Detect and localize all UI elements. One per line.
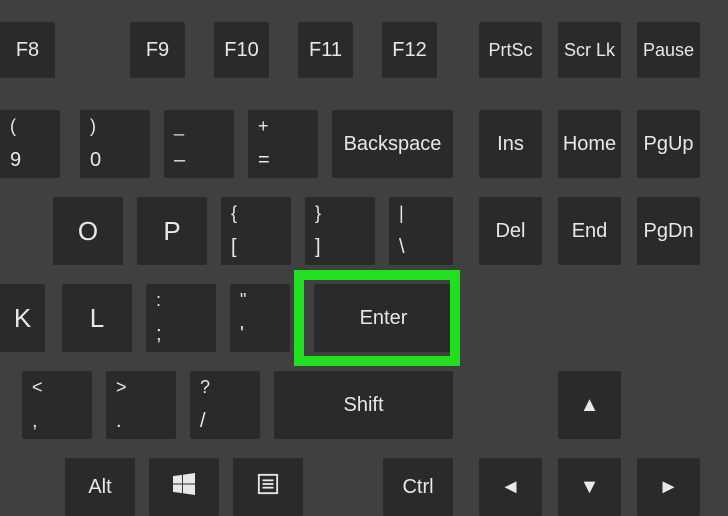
- key-shift-label: :: [156, 290, 161, 311]
- key-end[interactable]: End: [558, 197, 621, 265]
- key-label: Scr Lk: [564, 40, 615, 61]
- key-label: End: [572, 220, 608, 243]
- arrow-down-icon: ▼: [580, 476, 600, 499]
- key-enter[interactable]: Enter: [314, 284, 453, 352]
- key-arrow-down[interactable]: ▼: [558, 458, 621, 516]
- arrow-up-icon: ▲: [580, 394, 600, 417]
- key-k[interactable]: K: [0, 284, 45, 352]
- key-label: –: [174, 149, 185, 172]
- key-label: F12: [392, 39, 426, 62]
- key-label: Ins: [497, 133, 524, 156]
- key-label: Alt: [88, 476, 111, 499]
- key-backspace[interactable]: Backspace: [332, 110, 453, 178]
- key-label: F11: [309, 39, 342, 62]
- key-f10[interactable]: F10: [214, 22, 269, 78]
- key-prtsc[interactable]: PrtSc: [479, 22, 542, 78]
- key-label: PgUp: [643, 133, 693, 156]
- key-home[interactable]: Home: [558, 110, 621, 178]
- key-semicolon[interactable]: : ;: [146, 284, 216, 352]
- key-label: Shift: [343, 394, 383, 417]
- key-label: K: [14, 303, 31, 334]
- key-label: F10: [224, 39, 258, 62]
- key-scrlk[interactable]: Scr Lk: [558, 22, 621, 78]
- key-ins[interactable]: Ins: [479, 110, 542, 178]
- key-quote[interactable]: " ': [230, 284, 290, 352]
- menu-icon: [257, 473, 279, 501]
- key-shift-label: ): [90, 116, 96, 137]
- key-shift-label: _: [174, 116, 184, 137]
- key-pgup[interactable]: PgUp: [637, 110, 700, 178]
- key-label: Ctrl: [402, 476, 433, 499]
- key-comma[interactable]: < ,: [22, 371, 92, 439]
- key-label: .: [116, 410, 122, 433]
- key-label: Enter: [360, 307, 408, 330]
- key-shift-label: ?: [200, 377, 210, 398]
- key-label: \: [399, 236, 405, 259]
- key-label: 9: [10, 149, 21, 172]
- key-right-bracket[interactable]: } ]: [305, 197, 375, 265]
- key-0[interactable]: ) 0: [80, 110, 150, 178]
- key-shift-label: (: [10, 116, 16, 137]
- key-ctrl[interactable]: Ctrl: [383, 458, 453, 516]
- key-o[interactable]: O: [53, 197, 123, 265]
- key-shift-label: ": [240, 290, 246, 311]
- key-equals[interactable]: + =: [248, 110, 318, 178]
- key-arrow-right[interactable]: ►: [637, 458, 700, 516]
- key-period[interactable]: > .: [106, 371, 176, 439]
- key-p[interactable]: P: [137, 197, 207, 265]
- key-l[interactable]: L: [62, 284, 132, 352]
- key-label: L: [90, 303, 104, 334]
- key-arrow-up[interactable]: ▲: [558, 371, 621, 439]
- key-label: PrtSc: [488, 40, 532, 61]
- key-del[interactable]: Del: [479, 197, 542, 265]
- key-label: ]: [315, 236, 321, 259]
- key-shift-label: |: [399, 203, 404, 224]
- key-backslash[interactable]: | \: [389, 197, 453, 265]
- key-label: F8: [16, 39, 39, 62]
- key-label: /: [200, 410, 206, 433]
- key-pgdn[interactable]: PgDn: [637, 197, 700, 265]
- key-label: 0: [90, 149, 101, 172]
- key-slash[interactable]: ? /: [190, 371, 260, 439]
- key-label: O: [78, 216, 98, 247]
- key-shift[interactable]: Shift: [274, 371, 453, 439]
- key-menu[interactable]: [233, 458, 303, 516]
- keyboard: F8 F9 F10 F11 F12 PrtSc Scr Lk Pause ( 9…: [0, 0, 728, 516]
- key-label: =: [258, 149, 270, 172]
- key-f8[interactable]: F8: [0, 22, 55, 78]
- key-alt[interactable]: Alt: [65, 458, 135, 516]
- key-label: Backspace: [344, 133, 442, 156]
- key-left-bracket[interactable]: { [: [221, 197, 291, 265]
- key-label: ;: [156, 323, 162, 346]
- key-f11[interactable]: F11: [298, 22, 353, 78]
- key-shift-label: +: [258, 116, 269, 137]
- key-windows[interactable]: [149, 458, 219, 516]
- key-minus[interactable]: _ –: [164, 110, 234, 178]
- key-label: P: [163, 216, 180, 247]
- key-label: Pause: [643, 40, 694, 61]
- arrow-left-icon: ◄: [501, 476, 521, 499]
- key-label: PgDn: [643, 220, 693, 243]
- arrow-right-icon: ►: [659, 476, 679, 499]
- key-9[interactable]: ( 9: [0, 110, 60, 178]
- key-label: Home: [563, 133, 616, 156]
- key-shift-label: }: [315, 203, 321, 224]
- key-label: F9: [146, 39, 169, 62]
- key-pause[interactable]: Pause: [637, 22, 700, 78]
- key-shift-label: <: [32, 377, 43, 398]
- key-arrow-left[interactable]: ◄: [479, 458, 542, 516]
- key-label: Del: [495, 220, 525, 243]
- key-shift-label: {: [231, 203, 237, 224]
- key-label: ,: [32, 410, 38, 433]
- key-label: [: [231, 236, 237, 259]
- key-f12[interactable]: F12: [382, 22, 437, 78]
- key-shift-label: >: [116, 377, 127, 398]
- key-label: ': [240, 323, 244, 346]
- windows-icon: [173, 473, 195, 501]
- key-f9[interactable]: F9: [130, 22, 185, 78]
